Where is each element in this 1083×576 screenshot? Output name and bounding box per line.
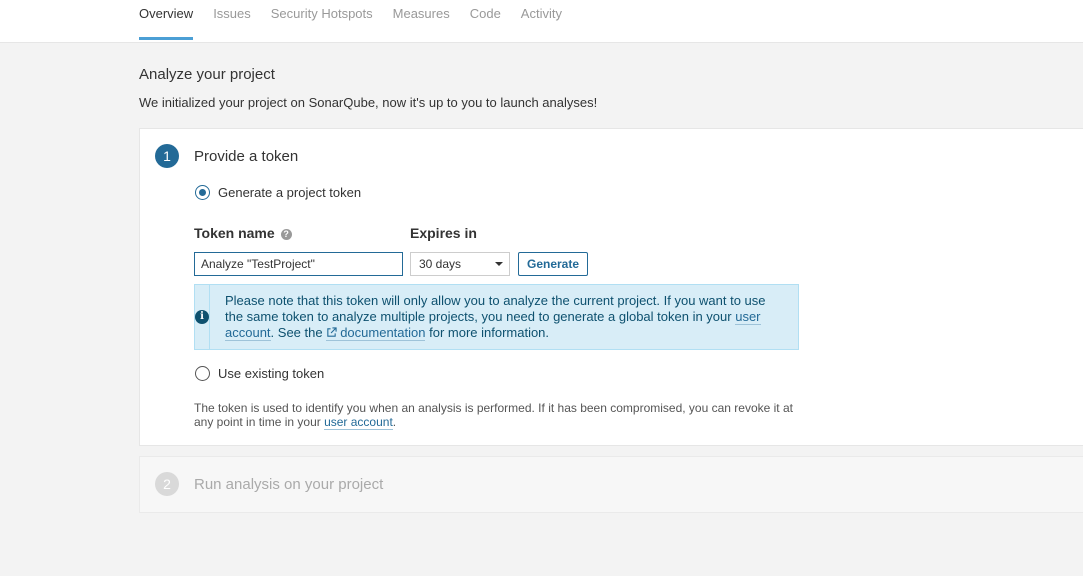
alert-text-1: Please note that this token will only al… — [225, 293, 766, 324]
chevron-down-icon — [495, 262, 503, 266]
tab-code[interactable]: Code — [470, 0, 501, 43]
step-provide-token: 1 Provide a token Generate a project tok… — [139, 128, 1083, 446]
alert-text-3: for more information. — [425, 325, 550, 340]
existing-token-label: Use existing token — [218, 366, 325, 381]
alert-icon-column: i — [195, 285, 210, 349]
token-name-input[interactable] — [194, 252, 403, 276]
existing-token-option[interactable]: Use existing token — [195, 366, 324, 381]
token-footnote: The token is used to identify you when a… — [194, 401, 804, 430]
alert-message: Please note that this token will only al… — [210, 285, 798, 349]
generate-token-label: Generate a project token — [218, 185, 362, 200]
step-run-analysis: 2 Run analysis on your project — [139, 456, 1083, 513]
step-number-badge-2: 2 — [155, 472, 179, 496]
project-tabs: Overview Issues Security Hotspots Measur… — [139, 0, 582, 43]
expires-in-label: Expires in — [410, 225, 477, 241]
tab-security-hotspots[interactable]: Security Hotspots — [271, 0, 373, 43]
radio-unchecked-icon[interactable] — [195, 366, 210, 381]
generate-token-option[interactable]: Generate a project token — [195, 185, 361, 200]
token-name-label-text: Token name — [194, 225, 275, 241]
token-name-label: Token name? — [194, 225, 292, 241]
documentation-link[interactable]: documentation — [326, 325, 426, 341]
step-number-badge: 1 — [155, 144, 179, 168]
top-navigation: Overview Issues Security Hotspots Measur… — [0, 0, 1083, 43]
tab-overview[interactable]: Overview — [139, 0, 194, 43]
help-icon[interactable]: ? — [280, 229, 292, 240]
tab-measures[interactable]: Measures — [393, 0, 450, 43]
step-title: Provide a token — [194, 148, 299, 165]
alert-text-2: . See the — [270, 325, 327, 340]
expires-in-select[interactable]: 30 days — [410, 252, 510, 276]
page-description: We initialized your project on SonarQube… — [139, 95, 598, 110]
documentation-link-text: documentation — [340, 325, 426, 340]
footnote-user-account-link[interactable]: user account — [324, 415, 393, 430]
external-link-icon — [327, 327, 337, 337]
tab-issues[interactable]: Issues — [213, 0, 251, 43]
step-title-2: Run analysis on your project — [194, 476, 384, 493]
tab-activity[interactable]: Activity — [521, 0, 562, 43]
expires-in-value: 30 days — [419, 257, 462, 271]
info-alert: i Please note that this token will only … — [194, 284, 799, 350]
generate-button[interactable]: Generate — [518, 252, 588, 276]
page-title: Analyze your project — [139, 66, 275, 83]
footnote-text: The token is used to identify you when a… — [194, 401, 793, 429]
radio-checked-icon[interactable] — [195, 185, 210, 200]
footnote-end: . — [392, 415, 397, 429]
info-icon: i — [195, 310, 209, 324]
